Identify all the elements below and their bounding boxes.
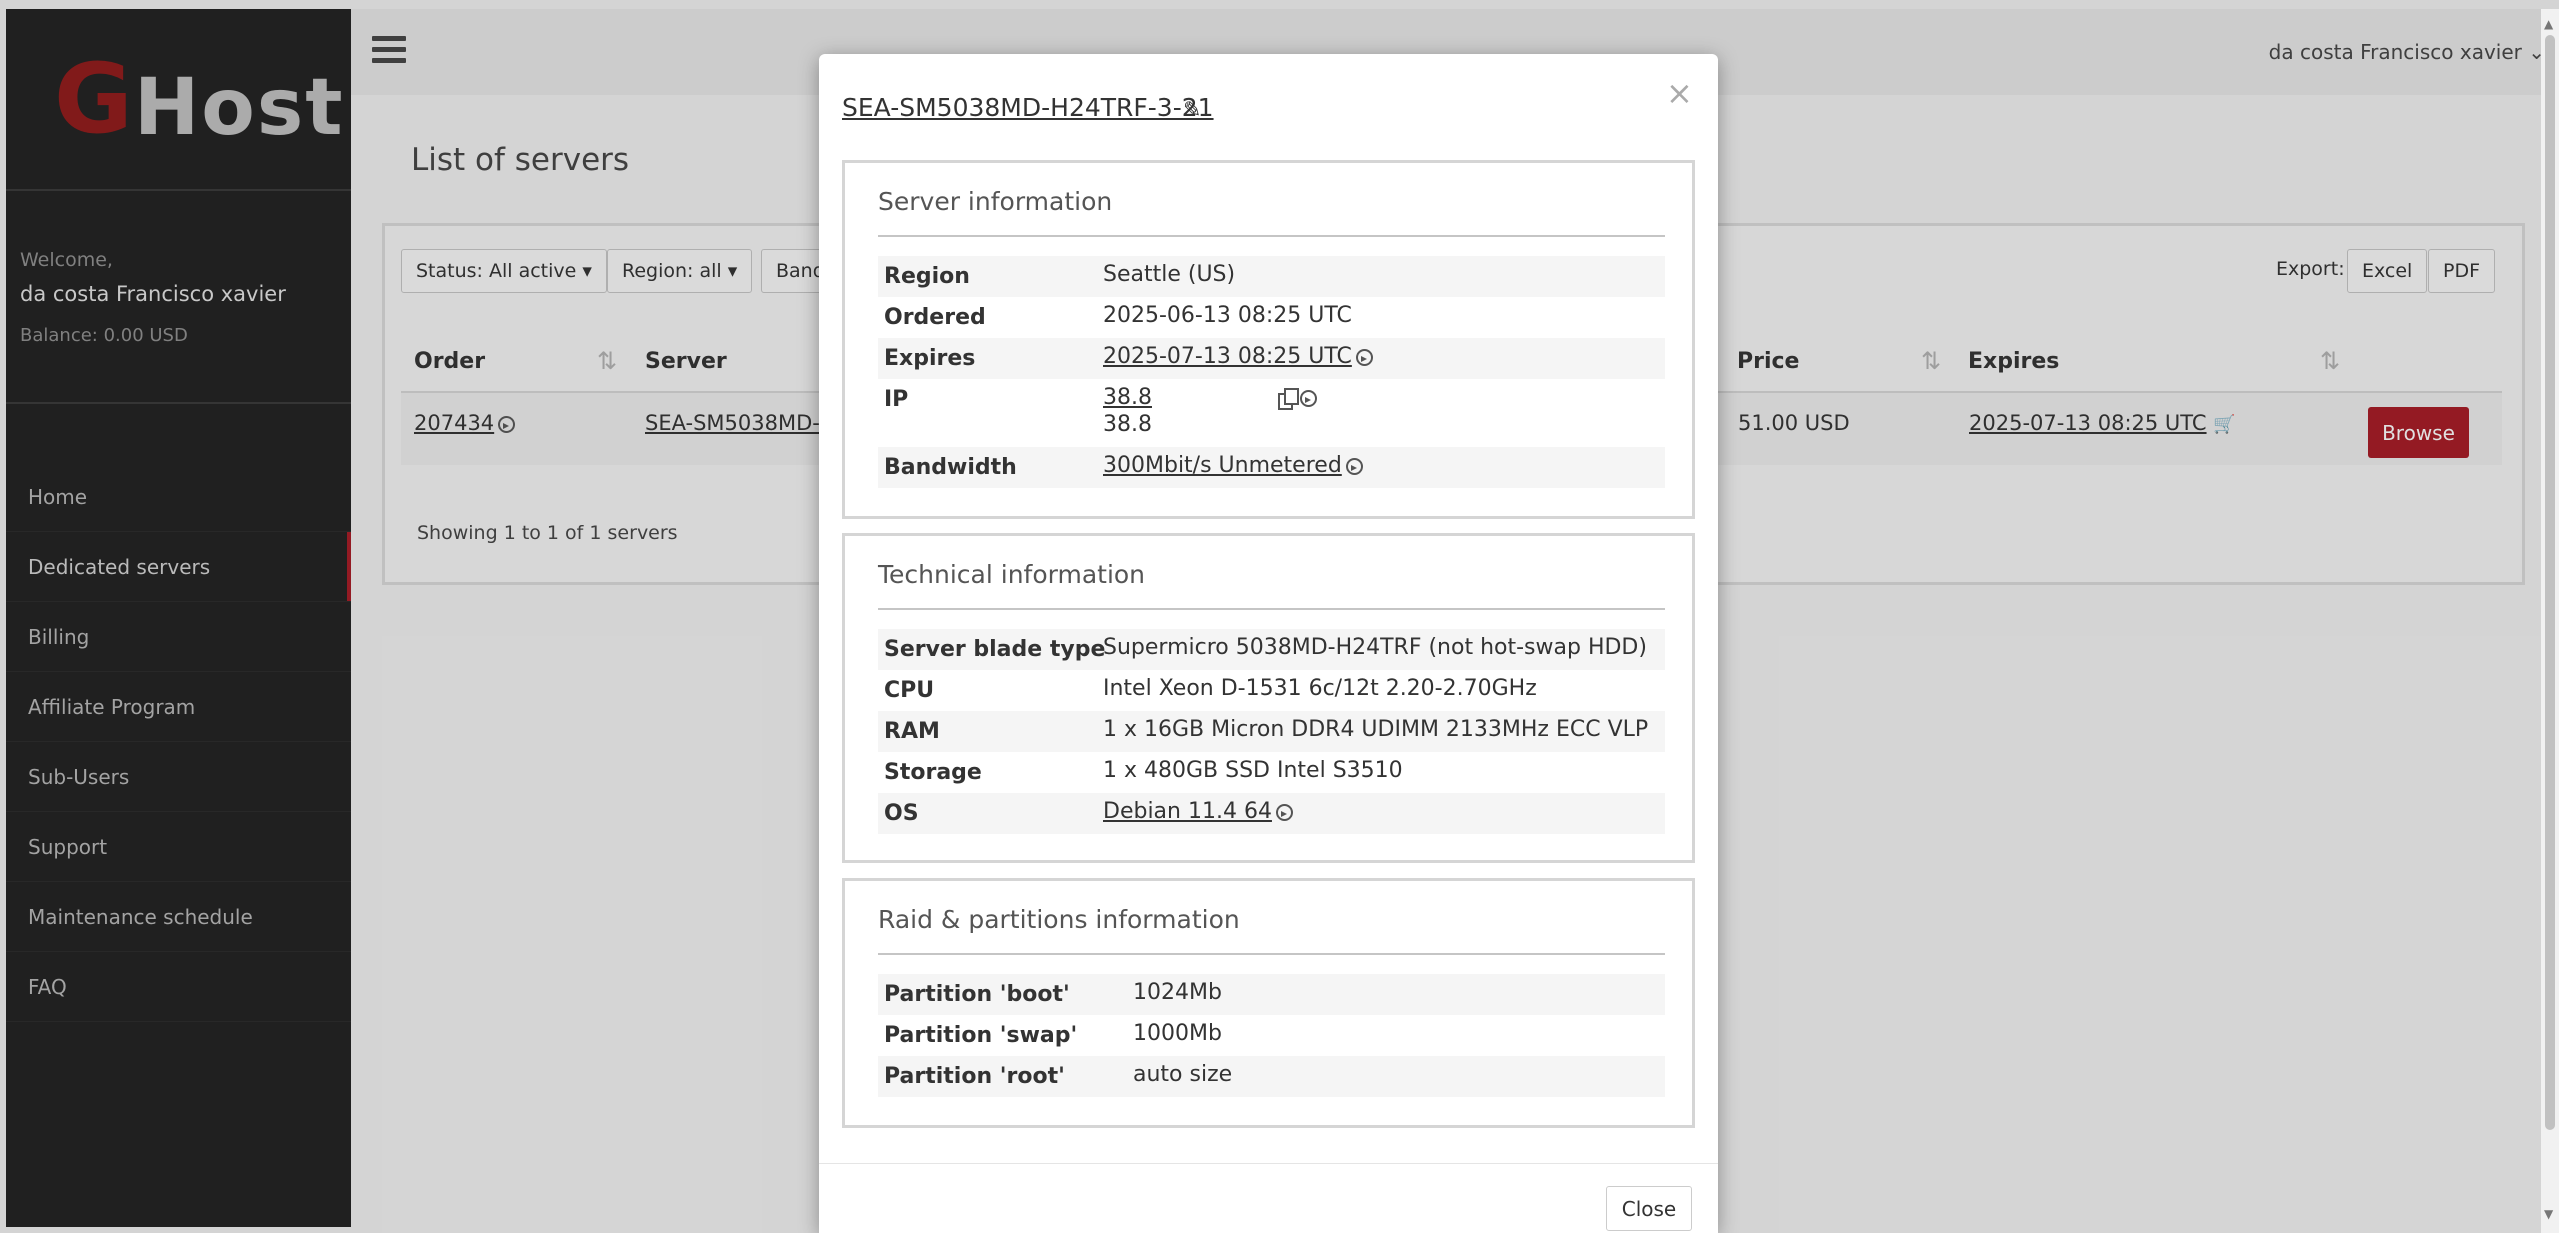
arrow-circle-icon[interactable] xyxy=(1300,389,1317,407)
copy-icon[interactable] xyxy=(1278,388,1299,410)
info-value: 2025-07-13 08:25 UTC xyxy=(1103,344,1373,369)
arrow-circle-icon[interactable] xyxy=(1275,803,1293,821)
info-value: Debian 11.4 64 xyxy=(1103,799,1293,824)
section-divider xyxy=(878,235,1665,237)
info-key: Partition 'swap' xyxy=(884,1023,1078,1048)
info-row-ip: IP 38.8 38.89 xyxy=(878,379,1665,439)
info-key: Ordered xyxy=(884,305,986,330)
section-title: Technical information xyxy=(878,560,1146,589)
info-key: Storage xyxy=(884,760,982,785)
info-value: 1 x 16GB Micron DDR4 UDIMM 2133MHz ECC V… xyxy=(1103,717,1649,742)
info-value: Seattle (US) xyxy=(1103,262,1236,287)
info-row-partition-boot: Partition 'boot' 1024Mb xyxy=(878,974,1665,1015)
info-row-storage: Storage 1 x 480GB SSD Intel S3510 xyxy=(878,752,1665,793)
info-row-partition-swap: Partition 'swap' 1000Mb xyxy=(878,1015,1665,1056)
scroll-up-icon[interactable]: ▲ xyxy=(2544,17,2553,31)
info-value: 2025-06-13 08:25 UTC xyxy=(1103,303,1352,328)
info-value: Intel Xeon D-1531 6c/12t 2.20-2.70GHz xyxy=(1103,676,1537,701)
info-key: RAM xyxy=(884,719,940,744)
info-value: auto size xyxy=(1133,1062,1233,1087)
info-key: Server blade type xyxy=(884,637,1106,662)
section-divider xyxy=(878,953,1665,955)
info-value: 1 x 480GB SSD Intel S3510 xyxy=(1103,758,1403,783)
expires-link[interactable]: 2025-07-13 08:25 UTC xyxy=(1103,344,1352,369)
info-row-blade-type: Server blade type Supermicro 5038MD-H24T… xyxy=(878,629,1665,670)
bandwidth-link[interactable]: 300Mbit/s Unmetered xyxy=(1103,453,1342,478)
info-value: 1024Mb xyxy=(1133,980,1222,1005)
info-value: Supermicro 5038MD-H24TRF (not hot-swap H… xyxy=(1103,635,1647,660)
arrow-circle-icon[interactable] xyxy=(1355,348,1373,366)
info-row-cpu: CPU Intel Xeon D-1531 6c/12t 2.20-2.70GH… xyxy=(878,670,1665,711)
arrow-circle-icon[interactable] xyxy=(1345,457,1363,475)
section-title: Raid & partitions information xyxy=(878,905,1240,934)
info-value: 300Mbit/s Unmetered xyxy=(1103,453,1363,478)
info-key: Expires xyxy=(884,346,976,371)
info-key: CPU xyxy=(884,678,935,703)
info-row-partition-root: Partition 'root' auto size xyxy=(878,1056,1665,1097)
info-row-bandwidth: Bandwidth 300Mbit/s Unmetered xyxy=(878,447,1665,488)
page-scrollbar[interactable]: ▲ ▼ xyxy=(2541,9,2559,1233)
info-key: Region xyxy=(884,264,970,289)
technical-information-section: Technical information Server blade type … xyxy=(842,533,1695,863)
ip-actions xyxy=(1274,385,1317,410)
info-row-os: OS Debian 11.4 64 xyxy=(878,793,1665,834)
modal-title[interactable]: SEA-SM5038MD-H24TRF-3-21 xyxy=(842,93,1214,122)
info-key: Partition 'boot' xyxy=(884,982,1070,1007)
close-button[interactable]: Close xyxy=(1606,1186,1692,1231)
ip-address-2: 38.89 xyxy=(1103,412,1153,437)
info-row-region: Region Seattle (US) xyxy=(878,256,1665,297)
info-value: 1000Mb xyxy=(1133,1021,1222,1046)
info-key: Partition 'root' xyxy=(884,1064,1065,1089)
info-key: IP xyxy=(884,387,909,412)
pencil-icon[interactable]: ✎ xyxy=(1183,98,1201,123)
scrollbar-thumb[interactable] xyxy=(2545,35,2555,1130)
raid-partitions-section: Raid & partitions information Partition … xyxy=(842,878,1695,1128)
ip-link[interactable]: 38.8 xyxy=(1103,385,1152,410)
close-icon[interactable]: × xyxy=(1666,74,1693,112)
info-row-ordered: Ordered 2025-06-13 08:25 UTC xyxy=(878,297,1665,338)
info-key: Bandwidth xyxy=(884,455,1017,480)
section-title: Server information xyxy=(878,187,1113,216)
modal-footer-divider xyxy=(819,1163,1718,1164)
info-key: OS xyxy=(884,801,919,826)
info-row-ram: RAM 1 x 16GB Micron DDR4 UDIMM 2133MHz E… xyxy=(878,711,1665,752)
server-information-section: Server information Region Seattle (US) O… xyxy=(842,160,1695,519)
os-link[interactable]: Debian 11.4 64 xyxy=(1103,799,1272,824)
scroll-down-icon[interactable]: ▼ xyxy=(2544,1207,2553,1221)
ip-address-1[interactable]: 38.8 xyxy=(1103,385,1153,410)
section-divider xyxy=(878,608,1665,610)
info-row-expires: Expires 2025-07-13 08:25 UTC xyxy=(878,338,1665,379)
server-details-modal: SEA-SM5038MD-H24TRF-3-21 ✎ × Server info… xyxy=(819,54,1718,1233)
